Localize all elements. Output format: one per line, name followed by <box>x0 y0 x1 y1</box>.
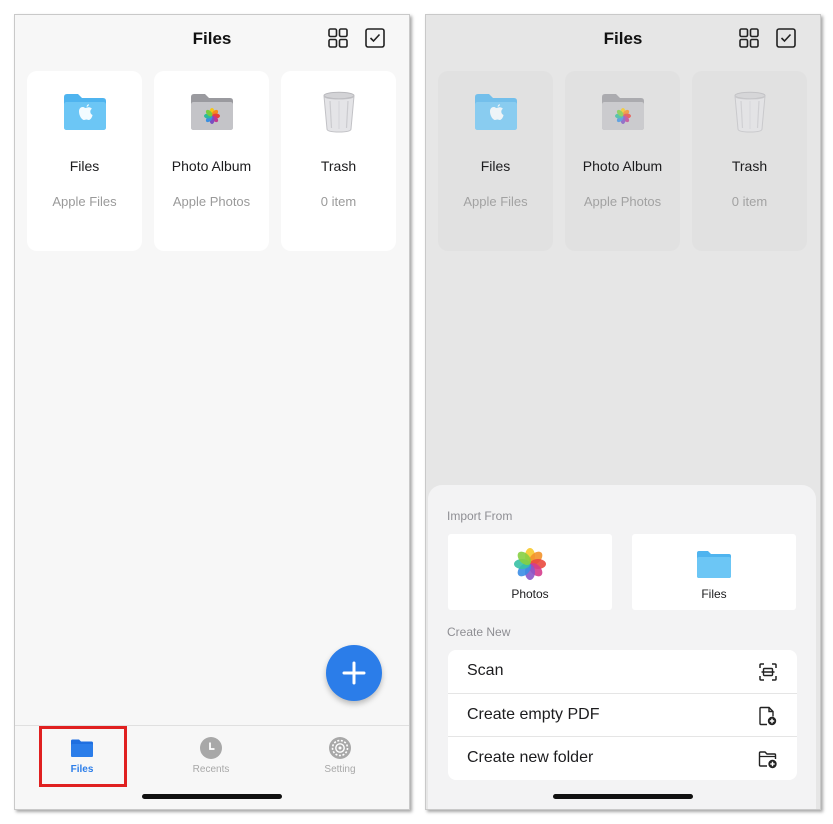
card-subtitle: 0 item <box>320 194 357 209</box>
highlight-box <box>39 726 127 787</box>
trash-bin-icon <box>734 91 766 133</box>
card-subtitle: Apple Photos <box>172 194 251 209</box>
card-title: Files <box>69 158 100 174</box>
new-folder-icon <box>758 751 777 769</box>
card-title: Trash <box>320 158 357 174</box>
create-empty-pdf-action[interactable]: Create empty PDF <box>448 693 797 736</box>
checkbox-select-icon[interactable] <box>775 27 797 49</box>
location-card-files[interactable]: Files Apple Files <box>438 71 553 251</box>
grid-view-icon[interactable] <box>327 27 349 49</box>
card-subtitle: Apple Files <box>52 194 117 209</box>
location-card-files[interactable]: Files Apple Files <box>27 71 142 251</box>
card-subtitle: Apple Files <box>463 194 528 209</box>
scan-action[interactable]: Scan <box>448 650 797 693</box>
import-option-label: Photos <box>511 587 549 601</box>
create-new-folder-action[interactable]: Create new folder <box>448 736 797 779</box>
plus-icon <box>342 661 366 685</box>
trash-bin-icon <box>323 91 355 133</box>
gear-icon <box>329 737 351 759</box>
card-subtitle: Apple Photos <box>583 194 662 209</box>
clock-icon <box>200 737 222 759</box>
location-card-trash[interactable]: Trash 0 item <box>692 71 807 251</box>
files-folder-icon <box>697 551 731 578</box>
scan-icon <box>759 663 777 681</box>
tab-setting[interactable]: Setting <box>295 736 385 776</box>
card-title: Photo Album <box>171 158 252 174</box>
import-photos-button[interactable]: Photos <box>448 534 612 610</box>
location-card-photo-album[interactable]: Photo Album Apple Photos <box>565 71 680 251</box>
files-screen-with-add-sheet: Files Files Apple Files Photo Album Appl… <box>425 14 821 810</box>
checkbox-select-icon[interactable] <box>364 27 386 49</box>
import-option-label: Files <box>701 587 727 601</box>
import-from-label: Import From <box>447 509 513 523</box>
gray-folder-photos-icon <box>602 94 644 130</box>
action-label: Create empty PDF <box>467 706 600 723</box>
card-title: Photo Album <box>582 158 663 174</box>
tab-label: Recents <box>192 764 230 775</box>
card-title: Files <box>480 158 511 174</box>
add-action-sheet: Import From Photos Files Create New Scan… <box>428 485 816 809</box>
card-subtitle: 0 item <box>731 194 768 209</box>
top-bar: Files <box>15 15 409 65</box>
add-button[interactable] <box>326 645 382 701</box>
location-card-trash[interactable]: Trash 0 item <box>281 71 396 251</box>
new-document-icon <box>759 706 777 726</box>
home-indicator <box>142 794 282 799</box>
tab-label: Setting <box>324 764 356 775</box>
grid-view-icon[interactable] <box>738 27 760 49</box>
files-screen: Files Files Apple Files Photo Album Appl… <box>14 14 410 810</box>
location-card-photo-album[interactable]: Photo Album Apple Photos <box>154 71 269 251</box>
card-title: Trash <box>731 158 768 174</box>
page-title: Files <box>192 29 232 48</box>
photos-app-icon <box>514 548 546 580</box>
blue-folder-apple-icon <box>64 94 106 130</box>
create-actions-list: Scan Create empty PDF Create new folder <box>448 650 797 780</box>
gray-folder-photos-icon <box>191 94 233 130</box>
action-label: Scan <box>467 662 504 679</box>
tab-recents[interactable]: Recents <box>166 736 256 776</box>
import-files-button[interactable]: Files <box>632 534 796 610</box>
create-new-label: Create New <box>447 625 511 639</box>
home-indicator <box>553 794 693 799</box>
top-bar: Files <box>426 15 820 65</box>
action-label: Create new folder <box>467 749 594 766</box>
blue-folder-apple-icon <box>475 94 517 130</box>
page-title: Files <box>603 29 643 48</box>
